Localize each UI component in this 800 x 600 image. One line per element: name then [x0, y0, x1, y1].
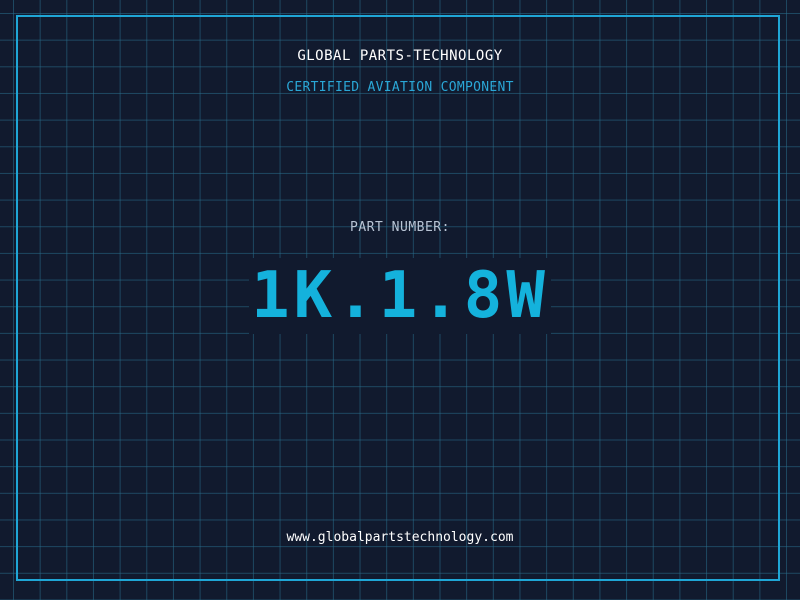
website-url: www.globalpartstechnology.com — [286, 530, 514, 545]
label-card: GLOBAL PARTS-TECHNOLOGY CERTIFIED AVIATI… — [0, 0, 800, 600]
part-number-value: 1K.1.8W — [249, 258, 551, 334]
part-number-label: PART NUMBER: — [350, 220, 450, 235]
company-name: GLOBAL PARTS-TECHNOLOGY — [297, 48, 503, 64]
part-number-container: 1K.1.8W — [0, 258, 800, 334]
tagline: CERTIFIED AVIATION COMPONENT — [286, 80, 514, 95]
